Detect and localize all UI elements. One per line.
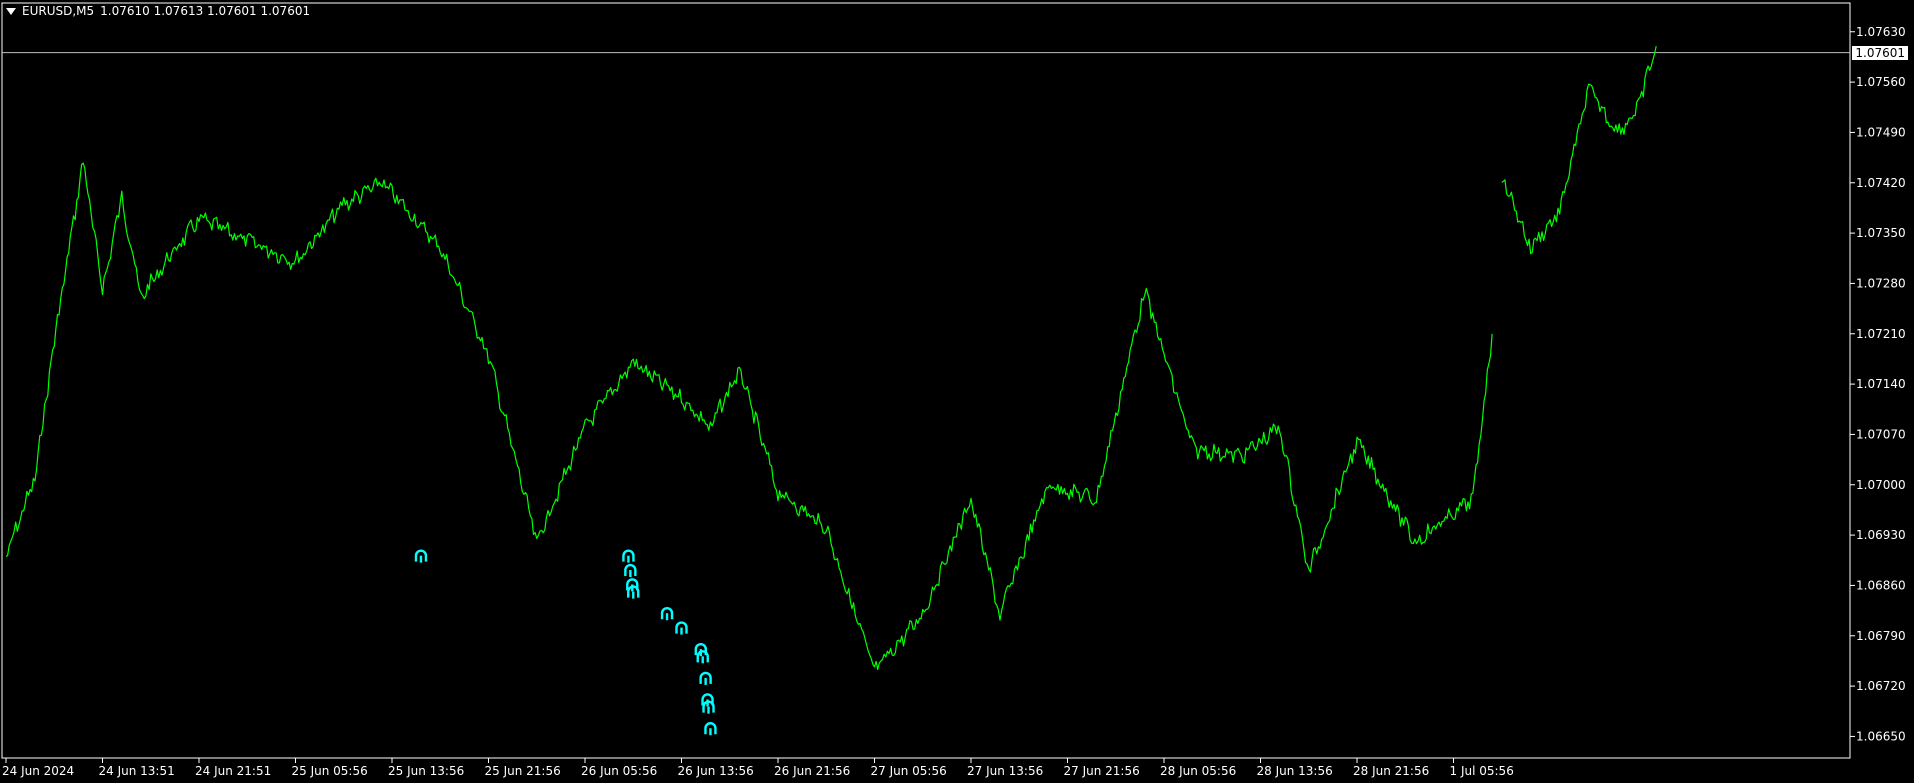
- y-tick-label: 1.06650: [1856, 729, 1906, 743]
- buy-arrow-icon: [696, 650, 709, 664]
- price-axis: 1.07630 1.07560 1.07490 1.07420 1.07350 1.072…: [1850, 25, 1906, 743]
- dropdown-arrow-icon[interactable]: [6, 7, 16, 15]
- buy-arrow-icon: [699, 671, 712, 685]
- price-series-line: [1501, 45, 1657, 255]
- buy-arrow-icon: [622, 549, 635, 563]
- buy-arrow-icon: [675, 621, 688, 635]
- current-price-tag: 1.07601: [1852, 45, 1908, 60]
- buy-arrow-icon: [660, 607, 674, 621]
- x-tick-label: 26 Jun 21:56: [774, 764, 850, 778]
- x-tick-label: 27 Jun 21:56: [1064, 764, 1140, 778]
- y-tick-label: 1.07000: [1856, 478, 1906, 492]
- x-tick-label: 25 Jun 05:56: [292, 764, 368, 778]
- ohlc-values: 1.07610 1.07613 1.07601 1.07601: [100, 4, 311, 18]
- symbol-label: EURUSD,M5: [22, 4, 95, 18]
- y-tick-label: 1.06860: [1856, 578, 1906, 592]
- y-tick-label: 1.07630: [1856, 25, 1906, 39]
- x-tick-label: 26 Jun 13:56: [678, 764, 754, 778]
- y-tick-label: 1.07350: [1856, 226, 1906, 240]
- plot-area-border: [1, 2, 1851, 759]
- x-tick-label: 28 Jun 05:56: [1160, 764, 1236, 778]
- x-tick-label: 24 Jun 13:51: [99, 764, 175, 778]
- time-axis: 24 Jun 2024 24 Jun 13:51 24 Jun 21:51 25 Ju…: [2, 758, 1514, 778]
- x-tick-label: 1 Jul 05:56: [1450, 764, 1514, 778]
- x-tick-label: 24 Jun 21:51: [195, 764, 271, 778]
- y-tick-label: 1.07560: [1856, 75, 1906, 89]
- buy-arrow-icon: [414, 549, 428, 563]
- price-series: [5, 45, 1657, 671]
- chart-window[interactable]: 1.07630 1.07560 1.07490 1.07420 1.07350 1.072…: [0, 0, 1914, 783]
- price-series-line: [5, 162, 1493, 671]
- buy-arrow-icon: [704, 722, 717, 736]
- x-tick-label: 26 Jun 05:56: [581, 764, 657, 778]
- y-tick-label: 1.07280: [1856, 276, 1906, 290]
- x-tick-label: 25 Jun 21:56: [485, 764, 561, 778]
- y-tick-label: 1.06930: [1856, 528, 1906, 542]
- y-tick-label: 1.06720: [1856, 679, 1906, 693]
- x-tick-label: 27 Jun 13:56: [967, 764, 1043, 778]
- arrow-markers: [414, 549, 717, 736]
- x-tick-label: 28 Jun 13:56: [1257, 764, 1333, 778]
- y-tick-label: 1.07420: [1856, 176, 1906, 190]
- x-tick-label: 27 Jun 05:56: [871, 764, 947, 778]
- y-tick-label: 1.07490: [1856, 125, 1906, 139]
- x-tick-label: 25 Jun 13:56: [388, 764, 464, 778]
- price-chart[interactable]: 1.07630 1.07560 1.07490 1.07420 1.07350 1.072…: [0, 0, 1914, 783]
- y-tick-label: 1.07070: [1856, 427, 1906, 441]
- y-tick-label: 1.06790: [1856, 629, 1906, 643]
- y-tick-label: 1.07210: [1856, 327, 1906, 341]
- x-tick-label: 28 Jun 21:56: [1353, 764, 1429, 778]
- chart-header: EURUSD,M5 1.07610 1.07613 1.07601 1.0760…: [6, 4, 310, 18]
- buy-arrow-icon: [624, 563, 637, 578]
- y-tick-label: 1.07140: [1856, 377, 1906, 391]
- x-tick-label: 24 Jun 2024: [2, 764, 74, 778]
